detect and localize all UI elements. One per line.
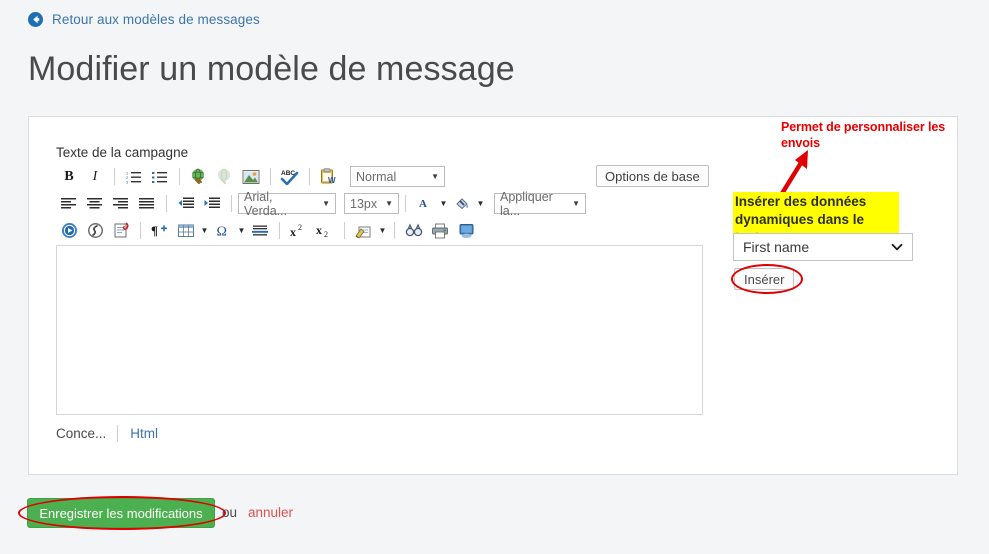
toolbar-separator xyxy=(279,222,280,239)
chevron-down-icon: ▼ xyxy=(314,200,330,208)
basic-options-label: Options de base xyxy=(605,169,700,184)
preview-icon[interactable] xyxy=(453,219,479,243)
bold-icon[interactable]: B xyxy=(56,165,82,189)
align-justify-icon[interactable] xyxy=(134,192,160,216)
toolbar-separator xyxy=(309,168,310,185)
merge-field-value: First name xyxy=(743,239,809,255)
chevron-down-icon: ▼ xyxy=(564,200,580,208)
page-title: Modifier un modèle de message xyxy=(28,46,515,92)
find-replace-icon[interactable] xyxy=(401,219,427,243)
save-button[interactable]: Enregistrer les modifications xyxy=(27,498,215,528)
tab-html[interactable]: Html xyxy=(118,426,158,441)
annotation-personalize-text: Permet de personnaliser les envois xyxy=(781,120,981,151)
arrow-circle-left-icon xyxy=(28,12,43,27)
toolbar-separator xyxy=(270,168,271,185)
remove-link-icon[interactable] xyxy=(212,165,238,189)
align-left-icon[interactable] xyxy=(56,192,82,216)
special-character-icon[interactable]: Ω xyxy=(210,219,236,243)
tab-design[interactable]: Conce... xyxy=(56,426,117,441)
italic-icon[interactable]: I xyxy=(82,165,108,189)
chevron-down-icon xyxy=(891,241,903,253)
outdent-icon[interactable] xyxy=(173,192,199,216)
align-right-icon[interactable] xyxy=(108,192,134,216)
chevron-down-icon: ▼ xyxy=(423,173,439,181)
back-link-label: Retour aux modèles de messages xyxy=(52,12,260,27)
svg-text:Ω: Ω xyxy=(217,225,227,239)
align-center-icon[interactable] xyxy=(82,192,108,216)
rich-text-edit-area[interactable] xyxy=(56,245,703,415)
paragraph-style-select[interactable]: Normal ▼ xyxy=(350,166,445,187)
chevron-down-icon: ▼ xyxy=(377,200,393,208)
svg-text:A: A xyxy=(419,198,427,210)
insert-attachment-icon[interactable] xyxy=(108,219,134,243)
unordered-list-icon[interactable] xyxy=(147,165,173,189)
svg-text:x: x xyxy=(316,223,322,237)
editor-section-label: Texte de la campagne xyxy=(56,145,188,160)
svg-text:3: 3 xyxy=(126,179,129,184)
svg-text:¶: ¶ xyxy=(151,223,158,238)
svg-text:x: x xyxy=(290,225,296,238)
toolbar-separator xyxy=(344,222,345,239)
merge-field-select[interactable]: First name xyxy=(733,233,913,261)
indent-icon[interactable] xyxy=(199,192,225,216)
toolbar-separator xyxy=(231,195,232,212)
superscript-icon[interactable]: x 2 xyxy=(286,219,312,243)
apply-class-value: Appliquer la... xyxy=(500,190,564,218)
toolbar-row-2: Arial, Verda... ▼ 13px ▼ A ▼ ▼ Appliquer… xyxy=(56,190,704,217)
insert-flash-icon[interactable] xyxy=(82,219,108,243)
ordered-list-icon[interactable]: 1 2 3 xyxy=(121,165,147,189)
insert-table-icon[interactable] xyxy=(173,219,199,243)
paragraph-style-value: Normal xyxy=(356,170,396,184)
table-dropdown-icon[interactable]: ▼ xyxy=(199,219,210,243)
horizontal-rule-icon[interactable] xyxy=(247,219,273,243)
toolbar-row-3: ¶ ▼ Ω ▼ xyxy=(56,217,704,244)
format-eraser-icon[interactable] xyxy=(351,219,377,243)
print-icon[interactable] xyxy=(427,219,453,243)
back-link[interactable]: Retour aux modèles de messages xyxy=(28,12,260,27)
text-color-dropdown-icon[interactable]: ▼ xyxy=(438,192,449,216)
basic-options-button[interactable]: Options de base xyxy=(596,165,709,187)
subscript-icon[interactable]: x 2 xyxy=(312,219,338,243)
toolbar-separator xyxy=(405,195,406,212)
text-color-icon[interactable]: A xyxy=(412,192,438,216)
insert-merge-field-button[interactable]: Insérer xyxy=(734,268,794,290)
editor-mode-tabs: Conce... Html xyxy=(56,425,158,442)
font-size-select[interactable]: 13px ▼ xyxy=(344,193,399,214)
svg-text:W: W xyxy=(328,176,336,185)
format-eraser-dropdown-icon[interactable]: ▼ xyxy=(377,219,388,243)
cancel-link[interactable]: annuler xyxy=(248,505,293,520)
toolbar-separator xyxy=(394,222,395,239)
special-character-dropdown-icon[interactable]: ▼ xyxy=(236,219,247,243)
apply-class-select[interactable]: Appliquer la... ▼ xyxy=(494,193,586,214)
background-color-icon[interactable] xyxy=(449,192,475,216)
paragraph-mark-icon[interactable]: ¶ xyxy=(147,219,173,243)
toolbar-separator xyxy=(166,195,167,212)
or-label: ou xyxy=(222,505,237,520)
svg-text:2: 2 xyxy=(298,223,302,232)
paste-from-word-icon[interactable]: W xyxy=(316,165,342,189)
insert-media-icon[interactable] xyxy=(56,219,82,243)
insert-image-icon[interactable] xyxy=(238,165,264,189)
background-color-dropdown-icon[interactable]: ▼ xyxy=(475,192,486,216)
insert-merge-field-label: Insérer xyxy=(744,272,784,287)
insert-link-icon[interactable] xyxy=(186,165,212,189)
toolbar-separator xyxy=(179,168,180,185)
save-button-label: Enregistrer les modifications xyxy=(39,506,202,521)
font-family-select[interactable]: Arial, Verda... ▼ xyxy=(238,193,336,214)
svg-text:2: 2 xyxy=(324,230,328,238)
spellcheck-icon[interactable]: ABC xyxy=(277,165,303,189)
font-family-value: Arial, Verda... xyxy=(244,190,314,218)
toolbar-separator xyxy=(114,168,115,185)
toolbar-separator xyxy=(140,222,141,239)
font-size-value: 13px xyxy=(350,197,377,211)
